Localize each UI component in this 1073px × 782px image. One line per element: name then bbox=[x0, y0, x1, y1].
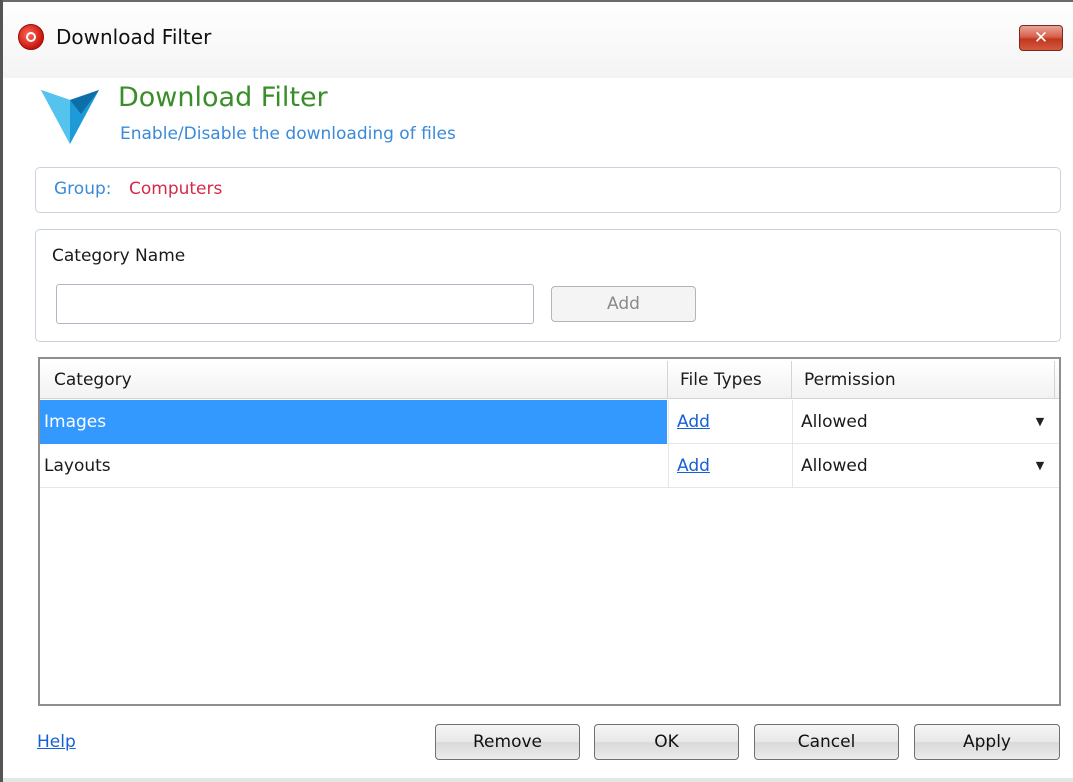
file-types-cell: Add bbox=[668, 444, 792, 488]
column-header-category[interactable]: Category bbox=[40, 361, 668, 399]
download-filter-window: Download Filter ✕ Download Filter Enable… bbox=[0, 0, 1073, 782]
grid-header: Category File Types Permission bbox=[40, 361, 1059, 399]
title-bar-border bbox=[3, 0, 1073, 2]
table-row[interactable]: Layouts Add Allowed ▼ bbox=[40, 444, 1059, 488]
add-category-button[interactable]: Add bbox=[551, 286, 696, 322]
cancel-button[interactable]: Cancel bbox=[754, 724, 899, 760]
group-label: Group: bbox=[54, 179, 112, 199]
ok-button[interactable]: OK bbox=[594, 724, 739, 760]
chevron-down-icon[interactable]: ▼ bbox=[1029, 444, 1051, 488]
column-header-permission[interactable]: Permission bbox=[792, 361, 1055, 399]
permission-dropdown[interactable]: Allowed ▼ bbox=[792, 400, 1059, 444]
title-bar[interactable]: Download Filter ✕ bbox=[3, 0, 1073, 78]
category-name-input[interactable] bbox=[56, 284, 534, 324]
permission-value: Allowed bbox=[801, 412, 868, 432]
file-types-cell: Add bbox=[668, 400, 792, 444]
close-button[interactable]: ✕ bbox=[1019, 25, 1063, 51]
category-name-section: Category Name Add bbox=[35, 229, 1061, 342]
window-bottom-border bbox=[3, 778, 1073, 782]
table-row[interactable]: Images Add Allowed ▼ bbox=[40, 400, 1059, 444]
page-title: Download Filter bbox=[118, 82, 328, 113]
help-link[interactable]: Help bbox=[37, 732, 76, 752]
permission-dropdown[interactable]: Allowed ▼ bbox=[792, 444, 1059, 488]
download-filter-logo-icon bbox=[41, 90, 99, 144]
category-cell[interactable]: Images bbox=[40, 400, 667, 444]
category-grid: Category File Types Permission Images Ad… bbox=[38, 357, 1061, 706]
category-name-label: Category Name bbox=[52, 246, 186, 266]
chevron-down-icon[interactable]: ▼ bbox=[1029, 400, 1051, 444]
window-title: Download Filter bbox=[56, 25, 212, 49]
app-icon[interactable] bbox=[18, 24, 44, 50]
apply-button[interactable]: Apply bbox=[914, 724, 1060, 760]
remove-button[interactable]: Remove bbox=[435, 724, 580, 760]
permission-value: Allowed bbox=[801, 456, 868, 476]
column-header-file-types[interactable]: File Types bbox=[668, 361, 792, 399]
add-file-types-link[interactable]: Add bbox=[677, 456, 710, 476]
group-value: Computers bbox=[129, 179, 223, 199]
category-cell[interactable]: Layouts bbox=[40, 444, 667, 488]
add-file-types-link[interactable]: Add bbox=[677, 412, 710, 432]
group-box: Group: Computers bbox=[35, 167, 1061, 213]
page-subtitle: Enable/Disable the downloading of files bbox=[120, 124, 456, 144]
